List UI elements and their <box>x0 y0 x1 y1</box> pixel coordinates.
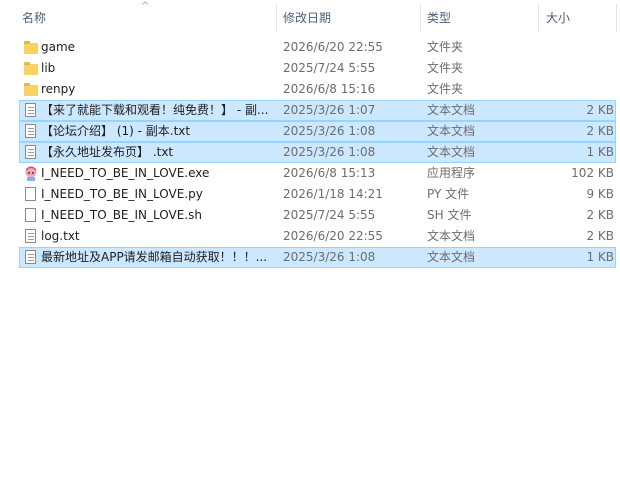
column-divider[interactable] <box>616 4 617 32</box>
file-type: 文件夹 <box>427 61 464 75</box>
column-header-name[interactable]: 名称 <box>22 0 46 36</box>
column-header-date[interactable]: 修改日期 <box>283 0 331 36</box>
file-type: 应用程序 <box>427 166 476 180</box>
file-name: 【来了就能下载和观看！纯免费！】 - 副... <box>41 103 269 117</box>
file-date: 2026/6/20 22:55 <box>283 229 383 243</box>
file-size: 1 KB <box>586 145 614 159</box>
file-date: 2025/3/26 1:08 <box>283 145 376 159</box>
file-icon <box>24 208 38 223</box>
folder-icon <box>24 61 38 76</box>
column-divider[interactable] <box>538 4 539 32</box>
file-size: 2 KB <box>586 103 614 117</box>
file-date: 2025/7/24 5:55 <box>283 208 376 222</box>
file-name: renpy <box>41 82 76 96</box>
file-date: 2025/3/26 1:07 <box>283 103 376 117</box>
file-size <box>540 80 614 99</box>
file-date: 2026/6/8 15:16 <box>283 82 376 96</box>
column-header: 名称 ^ 修改日期 类型 大小 <box>0 0 620 36</box>
text-file-icon <box>24 103 38 118</box>
file-name: 【论坛介绍】 (1) - 副本.txt <box>41 124 191 138</box>
file-name: I_NEED_TO_BE_IN_LOVE.sh <box>41 208 202 222</box>
file-type: SH 文件 <box>427 208 472 222</box>
file-type: 文本文档 <box>427 250 476 264</box>
file-size: 2 KB <box>586 229 614 243</box>
file-type: 文件夹 <box>427 82 464 96</box>
column-header-type[interactable]: 类型 <box>427 0 451 36</box>
file-row[interactable]: 最新地址及APP请发邮箱自动获取！！！... 2025/3/26 1:08 文本文档… <box>19 247 616 268</box>
file-date: 2025/3/26 1:08 <box>283 124 376 138</box>
file-row[interactable]: log.txt 2026/6/20 22:55 文本文档 2 KB <box>19 226 616 247</box>
file-size <box>540 38 614 57</box>
file-size: 2 KB <box>586 208 614 222</box>
file-row[interactable]: I_NEED_TO_BE_IN_LOVE.exe 2026/6/8 15:13 应用… <box>19 163 616 184</box>
file-row[interactable]: renpy 2026/6/8 15:16 文件夹 <box>19 79 616 100</box>
folder-icon <box>24 40 38 55</box>
file-size: 2 KB <box>586 124 614 138</box>
file-row[interactable]: lib 2025/7/24 5:55 文件夹 <box>19 58 616 79</box>
file-date: 2025/7/24 5:55 <box>283 61 376 75</box>
file-size: 1 KB <box>586 250 614 264</box>
file-name: I_NEED_TO_BE_IN_LOVE.exe <box>41 166 210 180</box>
column-divider[interactable] <box>276 4 277 32</box>
file-date: 2026/6/20 22:55 <box>283 40 383 54</box>
file-type: 文本文档 <box>427 145 476 159</box>
file-type: 文本文档 <box>427 103 476 117</box>
file-type: 文本文档 <box>427 229 476 243</box>
file-name: log.txt <box>41 229 80 243</box>
file-row[interactable]: I_NEED_TO_BE_IN_LOVE.sh 2025/7/24 5:55 SH … <box>19 205 616 226</box>
app-icon <box>24 166 38 181</box>
file-row[interactable]: 【永久地址发布页】 .txt 2025/3/26 1:08 文本文档 1 KB <box>19 142 616 163</box>
file-row[interactable]: 【论坛介绍】 (1) - 副本.txt 2025/3/26 1:08 文本文档 2 K… <box>19 121 616 142</box>
file-row[interactable]: I_NEED_TO_BE_IN_LOVE.py 2026/1/18 14:21 PY… <box>19 184 616 205</box>
file-date: 2025/3/26 1:08 <box>283 250 376 264</box>
file-name: 【永久地址发布页】 .txt <box>41 145 174 159</box>
file-size: 9 KB <box>586 187 614 201</box>
file-type: 文件夹 <box>427 40 464 54</box>
file-name: game <box>41 40 76 54</box>
file-row[interactable]: game 2026/6/20 22:55 文件夹 <box>19 37 616 58</box>
file-name: lib <box>41 61 56 75</box>
file-icon <box>24 187 38 202</box>
text-file-icon <box>24 229 38 244</box>
file-size: 102 KB <box>571 166 614 180</box>
file-date: 2026/6/8 15:13 <box>283 166 376 180</box>
file-date: 2026/1/18 14:21 <box>283 187 383 201</box>
sort-arrow-icon: ^ <box>141 1 150 12</box>
file-name: I_NEED_TO_BE_IN_LOVE.py <box>41 187 203 201</box>
column-divider[interactable] <box>420 4 421 32</box>
file-name: 最新地址及APP请发邮箱自动获取！！！... <box>41 250 268 264</box>
file-type: 文本文档 <box>427 124 476 138</box>
column-header-size[interactable]: 大小 <box>546 0 570 36</box>
text-file-icon <box>24 250 38 265</box>
text-file-icon <box>24 145 38 160</box>
file-row[interactable]: 【来了就能下载和观看！纯免费！】 - 副... 2025/3/26 1:07 文本文… <box>19 100 616 121</box>
folder-icon <box>24 82 38 97</box>
file-type: PY 文件 <box>427 187 470 201</box>
text-file-icon <box>24 124 38 139</box>
file-size <box>540 59 614 78</box>
